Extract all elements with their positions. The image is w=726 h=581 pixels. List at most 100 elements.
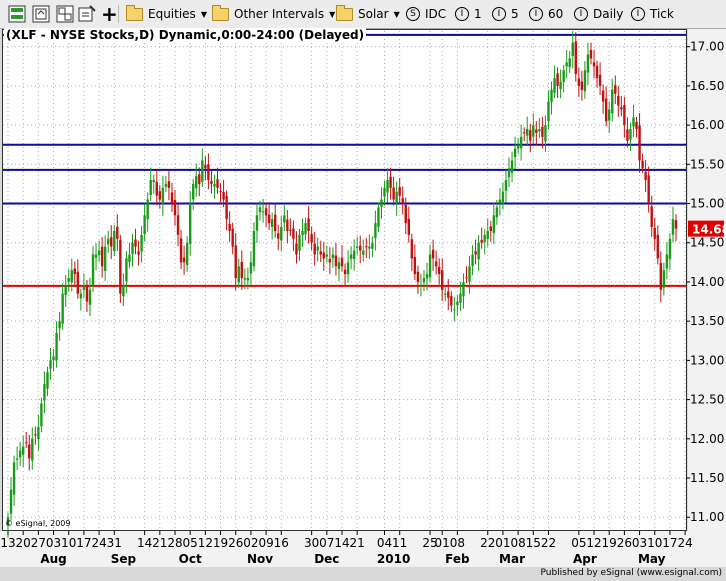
candle-body bbox=[395, 191, 398, 204]
candle-body bbox=[620, 107, 623, 110]
candle-body bbox=[346, 262, 350, 275]
x-tick-label: 20 bbox=[16, 536, 31, 550]
x-tick-label: 24 bbox=[91, 536, 106, 550]
candle-body bbox=[231, 228, 234, 247]
candle-body bbox=[131, 242, 134, 255]
x-tick-label: 07 bbox=[319, 536, 334, 550]
candle-body bbox=[635, 121, 638, 130]
x-tick-label: 02 bbox=[243, 536, 258, 550]
candle-body bbox=[21, 446, 25, 455]
candle-body bbox=[450, 296, 453, 306]
candle-body bbox=[371, 242, 374, 249]
candle-body bbox=[553, 78, 556, 93]
candle-body bbox=[52, 356, 55, 361]
x-tick-label: 10 bbox=[647, 536, 662, 550]
x-tick-label: 22 bbox=[541, 536, 556, 550]
candle-body bbox=[167, 181, 171, 188]
candle-body bbox=[565, 62, 568, 67]
candle-body bbox=[252, 230, 256, 267]
candle-body bbox=[611, 89, 614, 114]
candle-body bbox=[623, 105, 626, 126]
candle-body bbox=[228, 223, 231, 231]
candle-body bbox=[79, 293, 83, 299]
candle-body bbox=[355, 246, 359, 248]
y-tick-label: 15.00 bbox=[690, 197, 724, 211]
candle-body bbox=[34, 434, 37, 436]
candle-body bbox=[447, 291, 450, 298]
x-tick-label: 28 bbox=[167, 536, 182, 550]
candle-body bbox=[204, 164, 207, 169]
x-tick-label: 01 bbox=[435, 536, 450, 550]
candle-body bbox=[116, 226, 119, 239]
candle-body bbox=[240, 261, 243, 279]
x-tick-label: 22 bbox=[480, 536, 495, 550]
candle-body bbox=[662, 270, 666, 288]
candle-body bbox=[28, 444, 31, 459]
x-month-label: Sep bbox=[111, 552, 137, 566]
candle-body bbox=[510, 160, 514, 173]
candle-body bbox=[359, 245, 362, 251]
candle-body bbox=[43, 383, 46, 401]
candle-body bbox=[483, 234, 486, 242]
candle-body bbox=[155, 181, 158, 196]
candle-body bbox=[671, 219, 675, 235]
candle-body bbox=[571, 42, 574, 57]
candle-body bbox=[647, 175, 650, 204]
candle-body bbox=[15, 458, 19, 460]
x-tick-label: 17 bbox=[76, 536, 91, 550]
candle-body bbox=[380, 199, 383, 207]
candle-body bbox=[337, 262, 341, 270]
candle-body bbox=[286, 219, 289, 231]
candle-body bbox=[362, 250, 365, 255]
candle-body bbox=[319, 251, 322, 255]
y-tick-label: 13.50 bbox=[690, 314, 724, 328]
candle-body bbox=[477, 242, 480, 260]
candle-body bbox=[386, 180, 389, 193]
x-tick-label: 01 bbox=[495, 536, 510, 550]
candle-body bbox=[70, 270, 73, 283]
candle-body bbox=[283, 215, 286, 223]
candle-body bbox=[125, 258, 128, 282]
candle-body bbox=[444, 293, 447, 295]
candle-body bbox=[146, 199, 149, 220]
candle-body bbox=[225, 195, 228, 220]
last-price-label: 14.68 bbox=[692, 223, 726, 237]
x-tick-label: 17 bbox=[662, 536, 677, 550]
candle-body bbox=[234, 245, 237, 279]
candle-body bbox=[601, 90, 605, 102]
candle-body bbox=[158, 191, 162, 200]
candle-body bbox=[486, 230, 489, 239]
candle-body bbox=[25, 442, 28, 444]
x-tick-label: 24 bbox=[677, 536, 692, 550]
candle-body bbox=[49, 360, 52, 369]
x-month-label: 2010 bbox=[377, 552, 410, 566]
x-tick-label: 05 bbox=[183, 536, 198, 550]
candle-body bbox=[425, 274, 429, 279]
candle-body bbox=[668, 238, 672, 259]
candle-body bbox=[656, 234, 659, 259]
x-tick-label: 08 bbox=[450, 536, 465, 550]
y-tick-label: 16.50 bbox=[690, 79, 724, 93]
candle-body bbox=[134, 239, 137, 247]
y-tick-label: 15.50 bbox=[690, 157, 724, 171]
candle-body bbox=[544, 125, 547, 142]
candle-body bbox=[82, 285, 86, 290]
candle-body bbox=[474, 251, 477, 255]
candle-body bbox=[480, 239, 483, 243]
x-tick-label: 26 bbox=[228, 536, 243, 550]
candle-body bbox=[188, 203, 192, 244]
candle-body bbox=[495, 207, 499, 218]
candle-body bbox=[532, 125, 535, 137]
candle-body bbox=[164, 183, 168, 187]
candle-body bbox=[110, 237, 113, 247]
candle-body bbox=[207, 164, 210, 181]
candle-body bbox=[632, 117, 635, 127]
candle-body bbox=[538, 129, 541, 132]
candle-body bbox=[97, 250, 101, 256]
candle-body bbox=[431, 249, 435, 259]
candle-body bbox=[46, 372, 49, 389]
candle-body bbox=[516, 144, 520, 149]
candlestick-chart[interactable]: 11.00 11.50 12.00 12.50 13.00 13.50 14.00 14.50… bbox=[0, 0, 726, 567]
candle-body bbox=[498, 199, 502, 203]
candle-body bbox=[608, 109, 611, 121]
